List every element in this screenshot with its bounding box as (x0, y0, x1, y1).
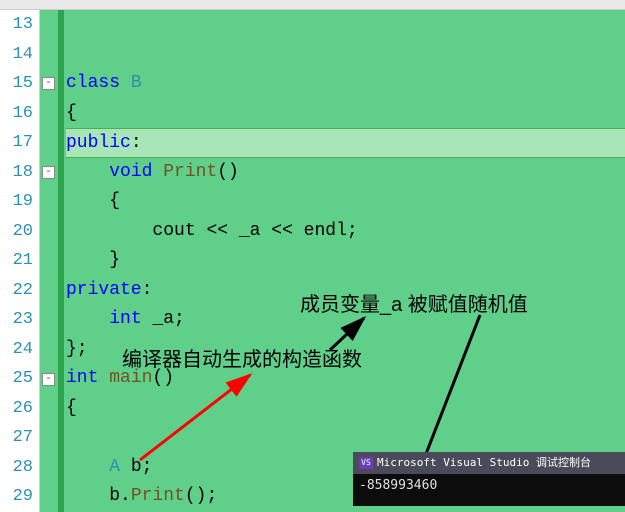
line-number: 16 (0, 99, 33, 129)
code-editor: 13 14 15 16 17 18 19 20 21 22 23 24 25 2… (0, 10, 625, 512)
code-line: int _a; (66, 305, 625, 335)
line-number: 17 (0, 128, 33, 158)
line-number: 14 (0, 40, 33, 70)
debug-console-window[interactable]: VS Microsoft Visual Studio 调试控制台 -858993… (353, 452, 625, 506)
line-number: 20 (0, 217, 33, 247)
code-line (66, 423, 625, 453)
code-line-current: public: (66, 128, 625, 158)
code-line: cout << _a << endl; (66, 217, 625, 247)
code-line: void Print() (66, 158, 625, 188)
line-number: 23 (0, 305, 33, 335)
line-number: 28 (0, 453, 33, 483)
code-line: int main() (66, 364, 625, 394)
line-number: 15 (0, 69, 33, 99)
console-output: -858993460 (353, 474, 625, 497)
line-number: 27 (0, 423, 33, 453)
fold-margin: - - - (40, 10, 58, 512)
line-number: 25 (0, 364, 33, 394)
line-number: 21 (0, 246, 33, 276)
line-number: 19 (0, 187, 33, 217)
console-titlebar[interactable]: VS Microsoft Visual Studio 调试控制台 (353, 452, 625, 474)
line-number: 18 (0, 158, 33, 188)
line-number-gutter: 13 14 15 16 17 18 19 20 21 22 23 24 25 2… (0, 10, 40, 512)
code-line: }; (66, 335, 625, 365)
line-number: 26 (0, 394, 33, 424)
code-line (66, 10, 625, 40)
editor-topbar (0, 0, 625, 10)
code-line: { (66, 394, 625, 424)
line-number: 13 (0, 10, 33, 40)
fold-toggle-icon[interactable]: - (42, 373, 55, 386)
visual-studio-icon: VS (359, 457, 373, 469)
line-number: 24 (0, 335, 33, 365)
code-line: { (66, 99, 625, 129)
code-line (66, 40, 625, 70)
code-line: } (66, 246, 625, 276)
code-line: { (66, 187, 625, 217)
fold-toggle-icon[interactable]: - (42, 77, 55, 90)
code-text-area[interactable]: class B { public: void Print() { cout <<… (64, 10, 625, 512)
code-line: private: (66, 276, 625, 306)
code-line: class B (66, 69, 625, 99)
fold-toggle-icon[interactable]: - (42, 166, 55, 179)
console-title-text: Microsoft Visual Studio 调试控制台 (377, 452, 591, 474)
line-number: 22 (0, 276, 33, 306)
line-number: 29 (0, 482, 33, 512)
